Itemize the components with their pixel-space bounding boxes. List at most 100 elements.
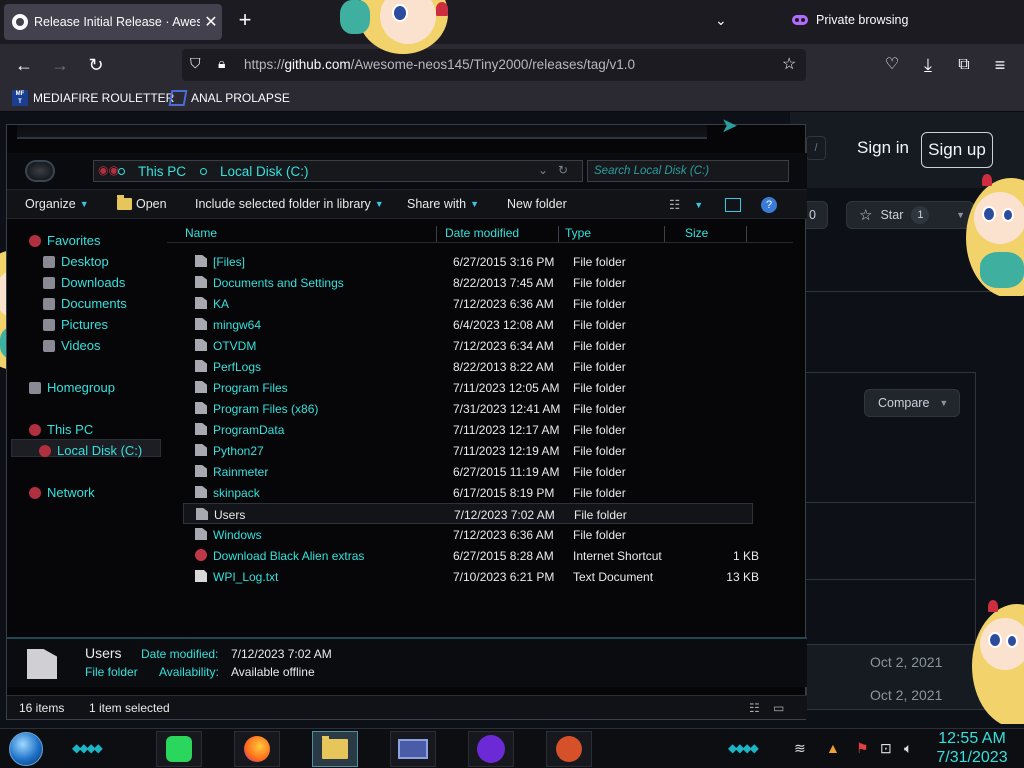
details-view-icon[interactable]: ☷	[749, 701, 760, 715]
table-row[interactable]: skinpack 6/17/2015 8:19 PM File folder	[183, 482, 753, 503]
list-tabs-icon[interactable]: ⌄	[715, 12, 727, 29]
url-text[interactable]: https://github.com/Awesome-neos145/Tiny2…	[244, 57, 635, 72]
file-date: 7/10/2023 6:21 PM	[453, 570, 555, 584]
nav-downloads[interactable]: Downloads	[43, 275, 125, 290]
share-with-label: Share with	[407, 197, 467, 211]
table-row[interactable]: WPI_Log.txt 7/10/2023 6:21 PM Text Documen…	[183, 566, 759, 587]
tray-overflow-icon[interactable]: ≋	[794, 740, 806, 757]
file-name: KA	[213, 297, 230, 311]
taskbar-app-private[interactable]	[468, 731, 514, 767]
back-arrow-icon[interactable]: ←	[10, 52, 38, 78]
taskbar-decoration: ◆◆◆◆	[72, 741, 103, 755]
breadcrumb-this-pc[interactable]: This PC	[138, 164, 186, 179]
taskbar-app-window[interactable]	[390, 731, 436, 767]
nav-documents[interactable]: Documents	[43, 296, 127, 311]
taskbar-app-notes[interactable]	[156, 731, 202, 767]
extensions-icon[interactable]: ⧉	[950, 52, 978, 78]
breadcrumb-local-disk[interactable]: Local Disk (C:)	[220, 164, 309, 179]
file-name: Windows	[213, 528, 262, 542]
share-with-button[interactable]: Share with ▼	[407, 197, 479, 211]
new-tab-button[interactable]: +	[234, 9, 256, 32]
bookmark-second[interactable]: ANAL PROLAPSE	[168, 90, 290, 106]
address-bar[interactable]: ◉◉ This PC Local Disk (C:) ⌄ ↻	[93, 160, 583, 182]
organize-button[interactable]: Organize ▼	[25, 197, 89, 211]
start-button[interactable]	[9, 732, 43, 766]
file-type: File folder	[573, 423, 626, 437]
nav-homegroup[interactable]: Homegroup	[29, 380, 115, 395]
nav-pictures[interactable]: Pictures	[43, 317, 108, 332]
nav-desktop[interactable]: Desktop	[43, 254, 109, 269]
pocket-icon[interactable]: ♡	[878, 52, 906, 78]
network-tray-icon[interactable]: ⊡	[880, 740, 892, 757]
include-library-button[interactable]: Include selected folder in library ▼	[195, 197, 384, 211]
table-row[interactable]: PerfLogs 8/22/2013 8:22 AM File folder	[183, 356, 753, 377]
nav-network[interactable]: Network	[29, 485, 95, 500]
system-clock[interactable]: 12:55 AM 7/31/2023	[930, 729, 1014, 767]
nav-videos[interactable]: Videos	[43, 338, 101, 353]
detail-type: File folder	[85, 665, 138, 679]
volume-icon[interactable]: 🔈︎	[904, 740, 912, 757]
taskbar-app-explorer[interactable]	[312, 731, 358, 767]
file-name: Program Files (x86)	[213, 402, 319, 416]
folder-icon	[195, 444, 207, 456]
taskbar-app-firefox[interactable]	[234, 731, 280, 767]
new-folder-button[interactable]: New folder	[507, 197, 567, 211]
column-size[interactable]: Size	[681, 226, 747, 242]
help-icon[interactable]: ?	[761, 197, 777, 213]
column-type[interactable]: Type	[561, 226, 665, 242]
breadcrumb-separator-icon	[118, 168, 125, 175]
star-button[interactable]: ☆ Star 1 ▼	[846, 201, 974, 229]
github-icon	[12, 14, 28, 30]
bookmark-star-icon[interactable]: ☆	[782, 54, 796, 74]
table-row[interactable]: Program Files 7/11/2023 12:05 AM File fold…	[183, 377, 753, 398]
download-icon[interactable]: ⤓	[914, 52, 942, 78]
table-row[interactable]: OTVDM 7/12/2023 6:34 AM File folder	[183, 335, 753, 356]
action-center-icon[interactable]: ⚑	[856, 740, 869, 757]
taskbar-app-other[interactable]	[546, 731, 592, 767]
column-date-modified[interactable]: Date modified	[441, 226, 559, 242]
column-name[interactable]: Name	[181, 226, 437, 242]
tray-app-icon[interactable]: ▲	[826, 740, 840, 756]
reload-icon[interactable]: ↻	[82, 52, 110, 78]
compare-button[interactable]: Compare ▼	[864, 389, 960, 417]
table-row[interactable]: KA 7/12/2023 6:36 AM File folder	[183, 293, 753, 314]
window-title-decoration[interactable]	[17, 125, 707, 139]
table-row[interactable]: ProgramData 7/11/2023 12:17 AM File folder	[183, 419, 753, 440]
table-row[interactable]: Program Files (x86) 7/31/2023 12:41 AM Fil…	[183, 398, 753, 419]
nav-favorites[interactable]: Favorites	[29, 233, 100, 248]
folder-icon	[195, 339, 207, 351]
refresh-icon[interactable]: ↻	[558, 163, 568, 177]
table-row[interactable]: Windows 7/12/2023 6:36 AM File folder	[183, 524, 753, 545]
preview-pane-icon[interactable]	[725, 198, 741, 212]
view-options-button[interactable]: ☷ ▼	[669, 197, 703, 212]
sign-in-link[interactable]: Sign in	[857, 138, 909, 158]
search-input[interactable]: Search Local Disk (C:)	[587, 160, 789, 182]
open-button[interactable]: Open	[117, 195, 167, 211]
organize-label: Organize	[25, 197, 76, 211]
menu-icon[interactable]: ≡	[986, 52, 1014, 78]
lock-icon[interactable]: 🔒︎	[218, 55, 225, 72]
table-row[interactable]: Python27 7/11/2023 12:19 AM File folder	[183, 440, 753, 461]
status-selected-count: 1 item selected	[89, 701, 170, 715]
forward-arrow-icon[interactable]: →	[46, 52, 74, 78]
explorer-window: ➤ ◉◉ This PC Local Disk (C:) ⌄ ↻ Search …	[6, 115, 807, 720]
cartoon-sticker-bottom-right	[968, 598, 1024, 724]
table-row[interactable]: Rainmeter 6/27/2015 11:19 AM File folder	[183, 461, 753, 482]
table-row[interactable]: Documents and Settings 8/22/2013 7:45 AM F…	[183, 272, 753, 293]
table-row[interactable]: mingw64 6/4/2023 12:08 AM File folder	[183, 314, 753, 335]
sign-up-button[interactable]: Sign up	[921, 132, 993, 168]
browser-tab[interactable]: Release Initial Release · Awesome-neos14…	[4, 4, 222, 40]
url-bar[interactable]: ⛉ 🔒︎ https://github.com/Awesome-neos145/…	[182, 49, 806, 81]
bookmark-mediafire[interactable]: MF T MEDIAFIRE ROULETTER	[12, 90, 174, 106]
table-row[interactable]: Download Black Alien extras 6/27/2015 8:2…	[183, 545, 759, 566]
tiles-view-icon[interactable]: ▭	[773, 701, 784, 715]
shield-icon[interactable]: ⛉	[190, 55, 201, 72]
back-forward-icon[interactable]	[25, 160, 55, 182]
nav-local-disk[interactable]: Local Disk (C:)	[39, 443, 142, 458]
close-tab-icon[interactable]: ✕	[200, 12, 222, 32]
chevron-down-icon[interactable]: ⌄	[538, 163, 548, 177]
navigation-pane: Favorites Desktop Downloads Documents Pi…	[7, 219, 167, 635]
nav-this-pc[interactable]: This PC	[29, 422, 93, 437]
table-row[interactable]: [Files] 6/27/2015 3:16 PM File folder	[183, 251, 753, 272]
table-row[interactable]: Users 7/12/2023 7:02 AM File folder	[183, 503, 753, 524]
